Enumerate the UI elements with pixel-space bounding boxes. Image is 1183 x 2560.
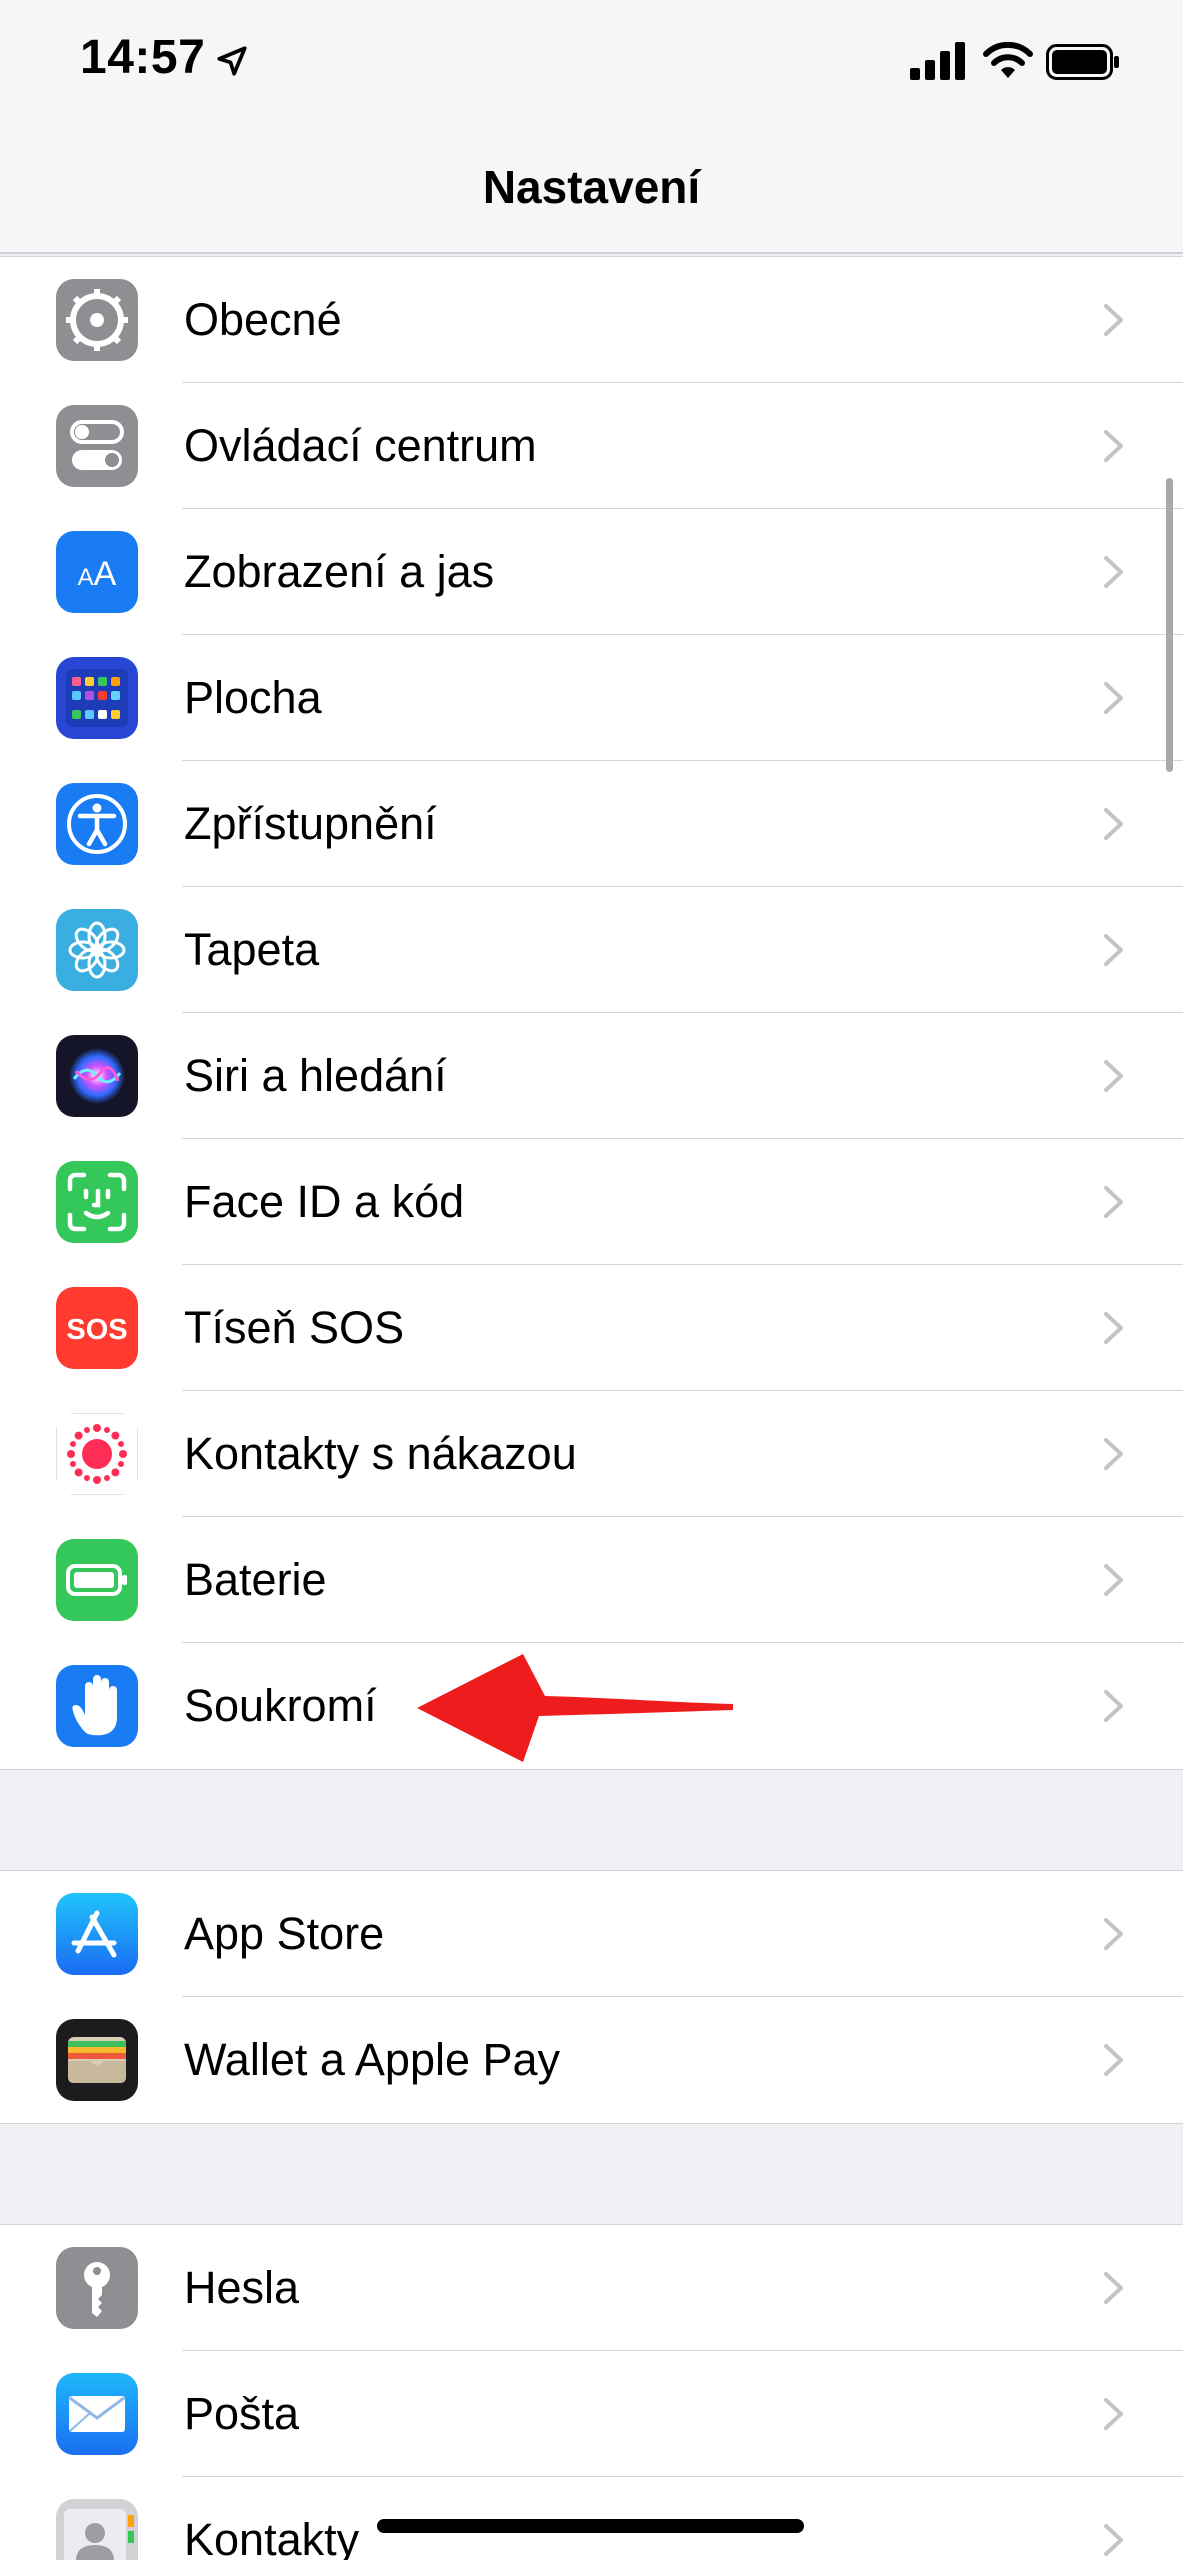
settings-row-label: Zobrazení a jas xyxy=(184,546,495,597)
chevron-right-icon xyxy=(1104,2524,1123,2556)
settings-row-emergency-sos[interactable]: SOS Tíseň SOS xyxy=(0,1265,1183,1391)
settings-row-label: Face ID a kód xyxy=(184,1176,465,1227)
display-brightness-icon: AA xyxy=(56,531,138,613)
chevron-right-icon xyxy=(1104,808,1123,840)
settings-row-accessibility[interactable]: Zpřístupnění xyxy=(0,761,1183,887)
settings-section-system: Obecné Ovládací centrum AA Zobrazení a j… xyxy=(0,256,1183,1770)
settings-row-label: Zpřístupnění xyxy=(184,798,437,849)
settings-row-mail[interactable]: Pošta xyxy=(0,2351,1183,2477)
app-store-icon xyxy=(56,1893,138,1975)
settings-section-store: App Store Wallet a Apple Pay xyxy=(0,1870,1183,2124)
chevron-right-icon xyxy=(1104,1438,1123,1470)
exposure-notification-icon xyxy=(56,1413,138,1495)
settings-row-battery[interactable]: Baterie xyxy=(0,1517,1183,1643)
home-indicator[interactable] xyxy=(377,2519,804,2533)
home-screen-icon xyxy=(56,657,138,739)
chevron-right-icon xyxy=(1104,1060,1123,1092)
settings-row-label: Kontakty xyxy=(184,2514,360,2560)
contacts-icon xyxy=(56,2499,138,2560)
section-gap xyxy=(0,1770,1183,1870)
scroll-indicator[interactable] xyxy=(1166,478,1173,772)
red-annotation-arrow xyxy=(417,1654,733,1762)
siri-icon xyxy=(56,1035,138,1117)
accessibility-icon xyxy=(56,783,138,865)
settings-list[interactable]: Obecné Ovládací centrum AA Zobrazení a j… xyxy=(0,256,1183,2560)
settings-row-label: Kontakty s nákazou xyxy=(184,1428,577,1479)
chevron-right-icon xyxy=(1104,1690,1123,1722)
control-center-icon xyxy=(56,405,138,487)
navigation-header: 14:57 Nastavení xyxy=(0,0,1183,254)
face-id-icon xyxy=(56,1161,138,1243)
settings-row-label: Wallet a Apple Pay xyxy=(184,2034,561,2085)
settings-row-control-center[interactable]: Ovládací centrum xyxy=(0,383,1183,509)
mail-icon xyxy=(56,2373,138,2455)
wifi-icon xyxy=(983,41,1033,78)
chevron-right-icon xyxy=(1104,1186,1123,1218)
settings-row-label: Hesla xyxy=(184,2262,300,2313)
chevron-right-icon xyxy=(1104,2044,1123,2076)
settings-row-display-brightness[interactable]: AA Zobrazení a jas xyxy=(0,509,1183,635)
settings-row-exposure-notifications[interactable]: Kontakty s nákazou xyxy=(0,1391,1183,1517)
settings-row-label: Baterie xyxy=(184,1554,327,1605)
chevron-right-icon xyxy=(1104,2398,1123,2430)
settings-row-face-id[interactable]: Face ID a kód xyxy=(0,1139,1183,1265)
settings-row-siri-search[interactable]: Siri a hledání xyxy=(0,1013,1183,1139)
status-time: 14:57 xyxy=(80,31,206,84)
settings-row-passwords[interactable]: Hesla xyxy=(0,2225,1183,2351)
chevron-right-icon xyxy=(1104,682,1123,714)
settings-row-general[interactable]: Obecné xyxy=(0,257,1183,383)
wallet-icon xyxy=(56,2019,138,2101)
chevron-right-icon xyxy=(1104,2272,1123,2304)
settings-row-home-screen[interactable]: Plocha xyxy=(0,635,1183,761)
location-arrow-icon xyxy=(217,46,247,76)
section-gap xyxy=(0,2124,1183,2224)
settings-row-label: Ovládací centrum xyxy=(184,420,537,471)
svg-text:SOS: SOS xyxy=(66,1314,127,1346)
cellular-signal-icon xyxy=(910,42,965,80)
settings-row-label: Tíseň SOS xyxy=(184,1302,405,1353)
chevron-right-icon xyxy=(1104,556,1123,588)
chevron-right-icon xyxy=(1104,1312,1123,1344)
wallpaper-flower-icon xyxy=(56,909,138,991)
settings-row-label: Obecné xyxy=(184,294,342,345)
sos-icon: SOS xyxy=(56,1287,138,1369)
settings-row-app-store[interactable]: App Store xyxy=(0,1871,1183,1997)
settings-row-wallet-apple-pay[interactable]: Wallet a Apple Pay xyxy=(0,1997,1183,2123)
settings-row-label: App Store xyxy=(184,1908,385,1959)
chevron-right-icon xyxy=(1104,430,1123,462)
settings-row-label: Plocha xyxy=(184,672,322,723)
settings-row-label: Tapeta xyxy=(184,924,320,975)
battery-icon xyxy=(1046,44,1119,80)
settings-section-accounts: Hesla Pošta Kontakty xyxy=(0,2224,1183,2560)
chevron-right-icon xyxy=(1104,934,1123,966)
battery-setting-icon xyxy=(56,1539,138,1621)
settings-row-label: Soukromí xyxy=(184,1680,377,1731)
chevron-right-icon xyxy=(1104,1918,1123,1950)
page-title: Nastavení xyxy=(482,161,701,213)
settings-row-label: Siri a hledání xyxy=(184,1050,447,1101)
gear-icon xyxy=(56,279,138,361)
chevron-right-icon xyxy=(1104,1564,1123,1596)
privacy-hand-icon xyxy=(56,1665,138,1747)
settings-row-label: Pošta xyxy=(184,2388,300,2439)
key-icon xyxy=(56,2247,138,2329)
chevron-right-icon xyxy=(1104,304,1123,336)
settings-row-wallpaper[interactable]: Tapeta xyxy=(0,887,1183,1013)
